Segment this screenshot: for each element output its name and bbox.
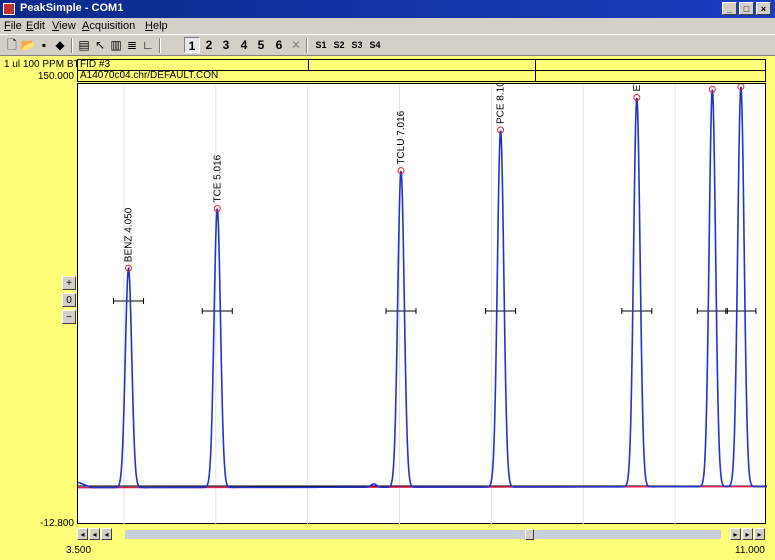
zoom-in-icon[interactable]: + — [62, 276, 76, 290]
save-icon[interactable]: ▪ — [36, 37, 52, 53]
channel-3-button[interactable]: 3 — [218, 37, 234, 53]
minimize-button[interactable]: _ — [722, 2, 737, 15]
disabled-tool-icon: ✕ — [290, 38, 302, 52]
chromatogram-plot[interactable]: BENZ 4.050 TCE 5.016 TCLU 7.016 PCE 8.100 ET… — [77, 83, 767, 525]
x-start-label: 3.500 — [66, 545, 92, 556]
scroll-next-icon[interactable]: ▸ — [730, 528, 741, 540]
peak-label: TCLU 7.016 — [396, 110, 407, 164]
channel-6-button[interactable]: 6 — [271, 37, 287, 53]
zoom-out-icon[interactable]: − — [62, 310, 76, 324]
channel-2-button[interactable]: 2 — [201, 37, 217, 53]
table-icon[interactable]: ▥ — [108, 37, 124, 53]
signal-4-button[interactable]: S4 — [366, 37, 384, 53]
menu-edit[interactable]: Edit — [26, 20, 45, 32]
scroll-left-icon[interactable]: ◂ — [89, 528, 100, 540]
new-file-icon[interactable]: 🗋 — [4, 37, 20, 53]
window-title: PeakSimple - COM1 — [20, 2, 124, 14]
zoom-reset-icon[interactable]: 0 — [62, 293, 76, 307]
scroll-right-icon[interactable]: ▸ — [742, 528, 753, 540]
peak-label: PCE 8.100 — [496, 84, 507, 124]
results-icon[interactable]: ≣ — [124, 37, 140, 53]
cursor-icon[interactable]: ↖ — [92, 37, 108, 53]
channel-1-button[interactable]: 1 — [184, 37, 200, 53]
close-button[interactable]: × — [756, 2, 771, 15]
graph-icon[interactable]: ∟ — [140, 37, 156, 53]
scroll-thumb[interactable] — [525, 529, 534, 540]
peak-label: BENZ 4.050 — [124, 207, 135, 262]
menu-acquisition[interactable]: Acquisition — [82, 20, 135, 32]
sample-label: 1 ul 100 PPM BTE — [4, 59, 87, 70]
signal-2-button[interactable]: S2 — [330, 37, 348, 53]
file-field: A14070c04.chr/DEFAULT.CON — [77, 70, 536, 82]
open-folder-icon[interactable]: 📂 — [20, 37, 36, 53]
chromatogram-svg: BENZ 4.050 TCE 5.016 TCLU 7.016 PCE 8.100 ET… — [78, 84, 767, 525]
peak-label: ETHY 9.583 — [632, 84, 643, 92]
channel-4-button[interactable]: 4 — [236, 37, 252, 53]
scroll-track[interactable] — [125, 529, 721, 540]
app-window: PeakSimple - COM1 _ □ × File Edit View A… — [0, 0, 775, 560]
title-bar: PeakSimple - COM1 _ □ × — [0, 0, 775, 18]
x-end-label: 11.000 — [735, 545, 765, 556]
peak-label: TCE 5.016 — [212, 154, 223, 202]
y-min-label: -12.800 — [40, 518, 74, 529]
scroll-prev-icon[interactable]: ◂ — [101, 528, 112, 540]
time-scrollbar[interactable]: ◂ ◂ ◂ ▸ ▸ ▸ — [77, 527, 766, 541]
chromatogram-trace — [78, 86, 767, 489]
menu-bar: File Edit View Acquisition Help — [0, 18, 775, 34]
signal-1-button[interactable]: S1 — [312, 37, 330, 53]
menu-help[interactable]: Help — [145, 20, 168, 32]
maximize-button[interactable]: □ — [739, 2, 754, 15]
menu-file[interactable]: File — [4, 20, 22, 32]
app-icon — [3, 3, 15, 15]
header-field-4 — [535, 70, 766, 82]
save-all-icon[interactable]: ◆ — [52, 37, 68, 53]
signal-3-button[interactable]: S3 — [348, 37, 366, 53]
menu-view[interactable]: View — [52, 20, 76, 32]
print-icon[interactable]: ▤ — [76, 37, 92, 53]
scroll-first-icon[interactable]: ◂ — [77, 528, 88, 540]
scroll-last-icon[interactable]: ▸ — [754, 528, 765, 540]
y-max-label: 150.000 — [37, 71, 74, 82]
toolbar: 🗋 📂 ▪ ◆ ▤ ↖ ▥ ≣ ∟ 1 2 3 4 5 6 ✕ S1 S2 S3… — [0, 34, 775, 56]
channel-5-button[interactable]: 5 — [253, 37, 269, 53]
